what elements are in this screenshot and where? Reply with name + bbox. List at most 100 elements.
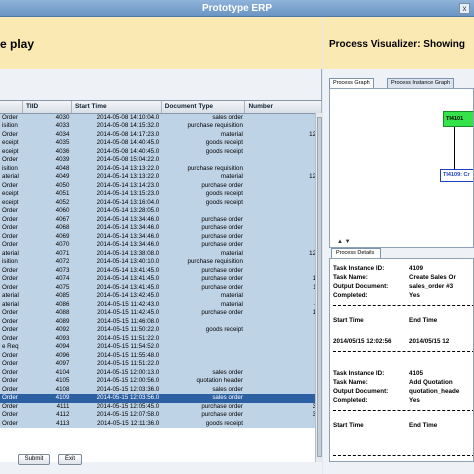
cell-number: 121	[244, 130, 322, 139]
tab-process-instance-graph[interactable]: Process Instance Graph	[387, 78, 455, 88]
table-row[interactable]: eceipt 4036 2014-05-08 14:40:45.0 goods rec…	[0, 147, 322, 156]
tab-process-details[interactable]: Process Details	[331, 248, 381, 258]
table-row[interactable]: Order 4030 2014-05-08 14:10:04.0 sales orde…	[0, 113, 322, 122]
cell-tiid: 4060	[22, 207, 72, 216]
cell-start-time: 2014-05-14 13:40:10.0	[71, 258, 162, 267]
detail-separator	[333, 455, 473, 456]
graph-node-blue[interactable]: TI4109: Cr	[440, 169, 473, 182]
column-header-type[interactable]	[0, 101, 23, 114]
table-row[interactable]: Order 4104 2014-05-15 12:00:13.0 sales orde…	[0, 368, 322, 377]
table-row[interactable]: Order 4050 2014-05-14 13:14:23.0 purchase o…	[0, 181, 322, 190]
column-header-document-type[interactable]: Document Type	[161, 101, 246, 114]
table-row[interactable]: isition 4048 2014-05-14 13:13:22.0 purchase…	[0, 164, 322, 173]
table-row[interactable]: eceipt 4035 2014-05-08 14:40:45.0 goods rec…	[0, 139, 322, 148]
cell-tiid: 4092	[22, 326, 72, 335]
process-graph-canvas[interactable]: TI4101 TI4109: Cr	[329, 88, 474, 248]
cell-tiid: 4036	[22, 147, 72, 156]
table-row[interactable]: Order 4074 2014-05-14 13:41:45.0 purchase o…	[0, 275, 322, 284]
cell-number: 2	[244, 181, 322, 190]
cell-document-type: sales order	[161, 385, 245, 394]
cell-tiid: 4073	[22, 266, 72, 275]
cell-start-time: 2014-05-15 11:42:45.0	[71, 309, 162, 318]
table-row[interactable]: eceipt 4052 2014-05-14 13:16:04.0 goods rec…	[0, 198, 322, 207]
tab-process-graph[interactable]: Process Graph	[329, 78, 374, 88]
cell-number	[244, 360, 322, 369]
detail-separator	[333, 305, 473, 306]
cell-tiid: 4097	[22, 360, 72, 369]
cell-tiid: 4109	[22, 394, 72, 403]
cell-type: aterial	[0, 300, 23, 309]
cell-type: isition	[0, 164, 23, 173]
cell-start-time: 2014-05-08 14:40:45.0	[71, 139, 162, 148]
cell-document-type: purchase order	[161, 275, 245, 284]
table-row[interactable]: Order 4067 2014-05-14 13:34:46.0 purchase o…	[0, 215, 322, 224]
table-row[interactable]: Order 4092 2014-05-15 11:50:22.0 goods rece…	[0, 326, 322, 335]
graph-node-green[interactable]: TI4101	[443, 111, 473, 127]
table-row[interactable]: Order 4075 2014-05-14 13:41:45.0 purchase o…	[0, 283, 322, 292]
table-row[interactable]: Order 4073 2014-05-14 13:41:45.0 purchase o…	[0, 266, 322, 275]
cell-tiid: 4069	[22, 232, 72, 241]
table-row[interactable]: Order 4069 2014-05-14 13:34:46.0 purchase o…	[0, 232, 322, 241]
cell-type: eceipt	[0, 139, 23, 148]
table-row[interactable]: eceipt 4051 2014-05-14 13:15:23.0 goods rec…	[0, 190, 322, 199]
cell-document-type: material	[161, 130, 245, 139]
cell-number: 8	[244, 241, 322, 250]
table-row[interactable]: aterial 4049 2014-05-14 13:13:22.0 material…	[0, 173, 322, 182]
table-row[interactable]: Order 4096 2014-05-15 11:55:48.0	[0, 351, 322, 360]
table-row[interactable]: Order 4105 2014-05-15 12:00:56.0 quotation …	[0, 377, 322, 386]
table-row[interactable]: Order 4060 2014-05-14 13:28:05.0	[0, 207, 322, 216]
cell-number	[244, 156, 322, 165]
table-row[interactable]: aterial 4086 2014-05-15 11:42:43.0 material…	[0, 300, 322, 309]
table-row[interactable]: isition 4033 2014-05-08 14:15:32.0 purchase…	[0, 122, 322, 131]
cell-start-time: 2014-05-15 12:07:58.0	[71, 411, 162, 420]
cell-number	[244, 334, 322, 343]
cell-type: Order	[0, 368, 23, 377]
table-row[interactable]: Order 4097 2014-05-15 11:51:22.0	[0, 360, 322, 369]
cell-document-type: purchase order	[161, 402, 245, 411]
table-row[interactable]: Order 4039 2014-05-08 15:04:22.0	[0, 156, 322, 165]
cell-start-time: 2014-05-08 14:10:04.0	[71, 113, 162, 122]
table-row[interactable]: aterial 4085 2014-05-14 13:42:45.0 material…	[0, 292, 322, 301]
cell-type: eceipt	[0, 198, 23, 207]
cell-tiid: 4052	[22, 198, 72, 207]
table-row[interactable]: e Req 4094 2014-05-15 11:54:52.0	[0, 343, 322, 352]
cell-number: 1	[244, 113, 322, 122]
time-row: 2014/05/15 12:02:56 2014/05/15 12	[333, 338, 450, 345]
cell-number: 3	[244, 147, 322, 156]
graph-scroll-arrows[interactable]: ▲ ▼	[337, 239, 351, 245]
table-row[interactable]: Order 4111 2014-05-15 12:05:45.0 purchase o…	[0, 402, 322, 411]
table-row[interactable]: Order 4088 2014-05-15 11:42:45.0 purchase o…	[0, 309, 322, 318]
cell-number: 2	[244, 368, 322, 377]
cell-document-type: sales order	[161, 368, 245, 377]
table-row[interactable]: Order 4112 2014-05-15 12:07:58.0 purchase o…	[0, 411, 322, 420]
column-header-number[interactable]: Number	[244, 101, 322, 114]
cell-number: 3	[244, 394, 322, 403]
graph-edge	[454, 127, 455, 169]
table-scrollbar-thumb[interactable]	[317, 117, 322, 457]
table-row[interactable]: Order 4089 2014-05-15 11:46:08.0	[0, 317, 322, 326]
exit-button[interactable]: Exit	[58, 454, 82, 465]
table-row[interactable]: isition 4072 2014-05-14 13:40:10.0 purchase…	[0, 258, 322, 267]
instance-table-container: TIID Start Time Document Type Number Ord…	[0, 100, 322, 462]
close-icon[interactable]: x	[459, 3, 470, 14]
table-row[interactable]: Order 4070 2014-05-14 13:34:46.0 purchase o…	[0, 241, 322, 250]
table-row[interactable]: Order 4113 2014-05-15 12:11:36.0 goods rece…	[0, 419, 322, 428]
table-row[interactable]: Order40342014-05-08 14:17:23.0material12…	[0, 130, 322, 139]
table-row[interactable]: aterial 4071 2014-05-14 13:38:08.0 material…	[0, 249, 322, 258]
table-scrollbar[interactable]	[315, 113, 322, 462]
cell-document-type: goods receipt	[161, 326, 245, 335]
table-row[interactable]: Order 4093 2014-05-15 11:51:22.0	[0, 334, 322, 343]
table-row[interactable]: Order 4068 2014-05-14 13:34:46.0 purchase o…	[0, 224, 322, 233]
cell-tiid: 4096	[22, 351, 72, 360]
cell-number: 12	[244, 309, 322, 318]
table-row[interactable]: Order 4109 2014-05-15 12:03:56.0 sales orde…	[0, 394, 322, 403]
table-row[interactable]: Order 4108 2014-05-15 12:03:36.0 sales orde…	[0, 385, 322, 394]
column-header-start-time[interactable]: Start Time	[71, 101, 162, 114]
submit-button[interactable]: Submit	[18, 454, 50, 465]
cell-type: aterial	[0, 173, 23, 182]
cell-document-type: purchase requisition	[161, 258, 245, 267]
cell-tiid: 4085	[22, 292, 72, 301]
cell-document-type: material	[161, 300, 245, 309]
column-header-tiid[interactable]: TIID	[22, 101, 72, 114]
cell-start-time: 2014-05-15 11:55:48.0	[71, 351, 162, 360]
